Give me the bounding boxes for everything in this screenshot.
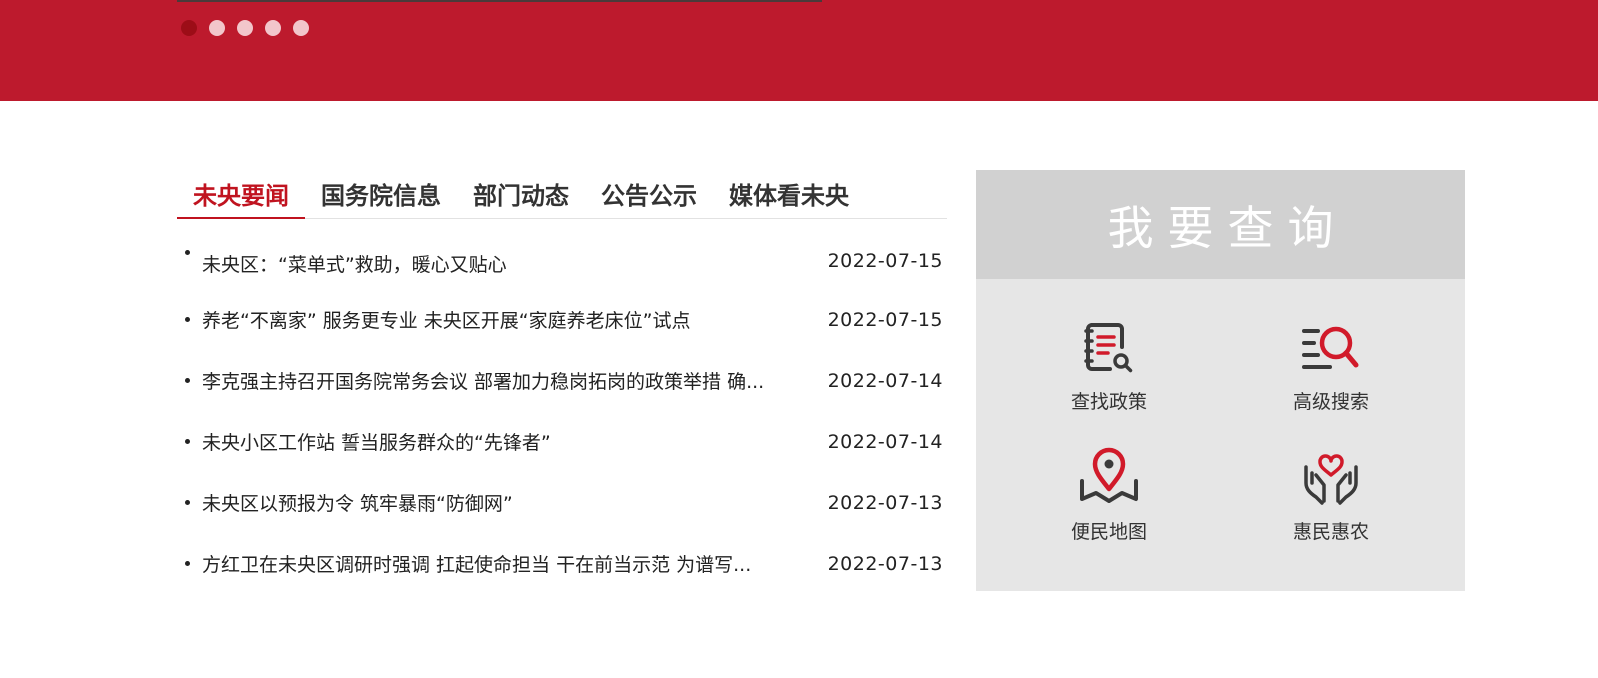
carousel-dot-4[interactable] — [265, 20, 281, 36]
news-title-link[interactable]: 养老“不离家” 服务更专业 未央区开展“家庭养老床位”试点 — [202, 306, 792, 333]
carousel-dot-5[interactable] — [293, 20, 309, 36]
map-pin-icon — [1080, 447, 1138, 503]
tab-weiyang-news[interactable]: 未央要闻 — [177, 170, 305, 219]
top-banner — [0, 0, 1598, 101]
list-item: 未央区：“菜单式”救助，暖心又贴心 2022-07-15 — [177, 242, 947, 289]
list-item: 未央区以预报为令 筑牢暴雨“防御网” 2022-07-13 — [177, 472, 947, 533]
news-date: 2022-07-13 — [827, 491, 943, 514]
bullet-icon — [185, 500, 190, 505]
query-item-label: 便民地图 — [1070, 521, 1147, 543]
news-title-link[interactable]: 未央区：“菜单式”救助，暖心又贴心 — [202, 250, 792, 277]
bullet-icon — [185, 378, 190, 383]
query-item-label: 高级搜索 — [1292, 391, 1369, 413]
news-section: 未央要闻 国务院信息 部门动态 公告公示 媒体看未央 未央区：“菜单式”救助，暖… — [177, 170, 947, 594]
query-item-advanced-search[interactable]: 高级搜索 — [1251, 315, 1411, 414]
carousel-dot-1[interactable] — [181, 20, 197, 36]
tab-announcements[interactable]: 公告公示 — [585, 170, 713, 218]
query-item-find-policy[interactable]: 查找政策 — [1029, 315, 1189, 414]
news-date: 2022-07-13 — [827, 552, 943, 575]
tab-department-news[interactable]: 部门动态 — [457, 170, 585, 218]
news-title-link[interactable]: 李克强主持召开国务院常务会议 部署加力稳岗拓岗的政策举措 确... — [202, 367, 792, 394]
bullet-icon — [185, 561, 190, 566]
news-date: 2022-07-14 — [827, 369, 943, 392]
query-item-label: 查找政策 — [1070, 391, 1147, 413]
list-item: 方红卫在未央区调研时强调 扛起使命担当 干在前当示范 为谱写... 2022-0… — [177, 533, 947, 594]
tab-state-council-info[interactable]: 国务院信息 — [305, 170, 457, 218]
list-item: 养老“不离家” 服务更专业 未央区开展“家庭养老床位”试点 2022-07-15 — [177, 289, 947, 350]
list-item: 李克强主持召开国务院常务会议 部署加力稳岗拓岗的政策举措 确... 2022-0… — [177, 350, 947, 411]
banner-carousel-image[interactable] — [177, 0, 822, 2]
carousel-pagination — [181, 20, 309, 36]
news-date: 2022-07-14 — [827, 430, 943, 453]
bullet-icon — [185, 250, 190, 255]
bullet-icon — [185, 439, 190, 444]
policy-search-icon — [1084, 323, 1133, 373]
news-date: 2022-07-15 — [827, 308, 943, 331]
carousel-dot-3[interactable] — [237, 20, 253, 36]
news-list: 未央区：“菜单式”救助，暖心又贴心 2022-07-15 养老“不离家” 服务更… — [177, 242, 947, 594]
query-item-benefit-farmers[interactable]: 惠民惠农 — [1251, 445, 1411, 544]
bullet-icon — [185, 317, 190, 322]
query-header: 我要查询 — [976, 170, 1465, 279]
heart-hands-icon — [1304, 454, 1358, 505]
news-title-link[interactable]: 方红卫在未央区调研时强调 扛起使命担当 干在前当示范 为谱写... — [202, 550, 792, 577]
query-title: 我要查询 — [1107, 200, 1348, 255]
news-date: 2022-07-15 — [827, 250, 943, 272]
advanced-search-icon — [1302, 326, 1359, 369]
news-title-link[interactable]: 未央区以预报为令 筑牢暴雨“防御网” — [202, 489, 792, 516]
query-item-label: 惠民惠农 — [1292, 521, 1369, 543]
query-panel: 我要查询 查找政策 高级搜索 便民地图 惠民惠农 — [976, 170, 1465, 591]
list-item: 未央小区工作站 誓当服务群众的“先锋者” 2022-07-14 — [177, 411, 947, 472]
news-tabs: 未央要闻 国务院信息 部门动态 公告公示 媒体看未央 — [177, 170, 947, 219]
query-item-service-map[interactable]: 便民地图 — [1029, 445, 1189, 544]
carousel-dot-2[interactable] — [209, 20, 225, 36]
news-title-link[interactable]: 未央小区工作站 誓当服务群众的“先锋者” — [202, 428, 792, 455]
tab-media-view[interactable]: 媒体看未央 — [713, 170, 865, 218]
